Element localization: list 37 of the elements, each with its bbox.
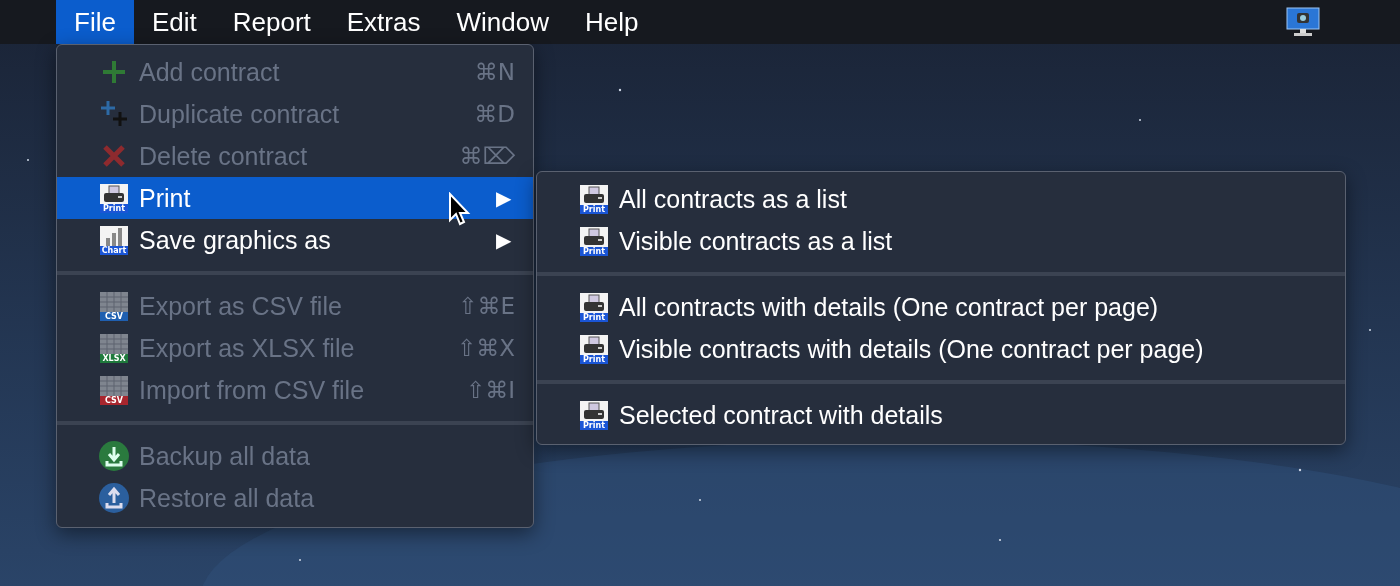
shortcut-label: ⇧⌘I — [465, 377, 515, 403]
submenu-arrow: ▶ — [496, 186, 511, 210]
icon-label: Print — [580, 420, 608, 430]
menu-title[interactable]: Window — [438, 0, 567, 44]
menu-title[interactable]: Edit — [133, 0, 215, 44]
shortcut-label: ⇧⌘X — [456, 335, 515, 361]
icon-label: Print — [100, 203, 128, 213]
icon-label: Print — [580, 354, 608, 364]
mouse-pointer-icon — [448, 192, 472, 228]
plus-icon — [100, 58, 128, 86]
monitor-icon[interactable] — [1286, 7, 1320, 37]
upload-icon — [99, 483, 129, 513]
shortcut-label: ⌘⌦ — [459, 143, 515, 169]
menu-item[interactable]: Print All contracts with details (One contract per page) — [537, 286, 1345, 328]
menu-item[interactable]: Print Selected contract with details — [537, 394, 1345, 436]
icon-label: Chart — [100, 245, 128, 255]
icon-label: Print — [580, 246, 608, 256]
menu-item[interactable]: Print Visible contracts as a list — [537, 220, 1345, 262]
submenu-arrow: ▶ — [496, 228, 511, 252]
icon-label: CSV — [100, 395, 128, 405]
shortcut-label: ⇧⌘E — [458, 293, 515, 319]
icon-label: CSV — [100, 311, 128, 321]
download-icon — [99, 441, 129, 471]
duplicate-icon — [100, 100, 128, 128]
icon-label: XLSX — [100, 353, 128, 363]
icon-label: Print — [580, 204, 608, 214]
shortcut-label: ⌘D — [474, 101, 515, 127]
menu-item[interactable]: Print All contracts as a list — [537, 178, 1345, 220]
menu-title[interactable]: Extras — [328, 0, 439, 44]
menu-title[interactable]: Help — [566, 0, 657, 44]
menu-title[interactable]: File — [56, 0, 134, 44]
shortcut-label: ⌘N — [474, 59, 515, 85]
menu-item[interactable]: Print Visible contracts with details (One contract per page) — [537, 328, 1345, 370]
menu-item[interactable]: Chart Save graphics as ▶ — [57, 219, 533, 261]
icon-label: Print — [580, 312, 608, 322]
menu-title[interactable]: Report — [214, 0, 329, 44]
menu-item[interactable]: Print Print ▶ — [57, 177, 533, 219]
